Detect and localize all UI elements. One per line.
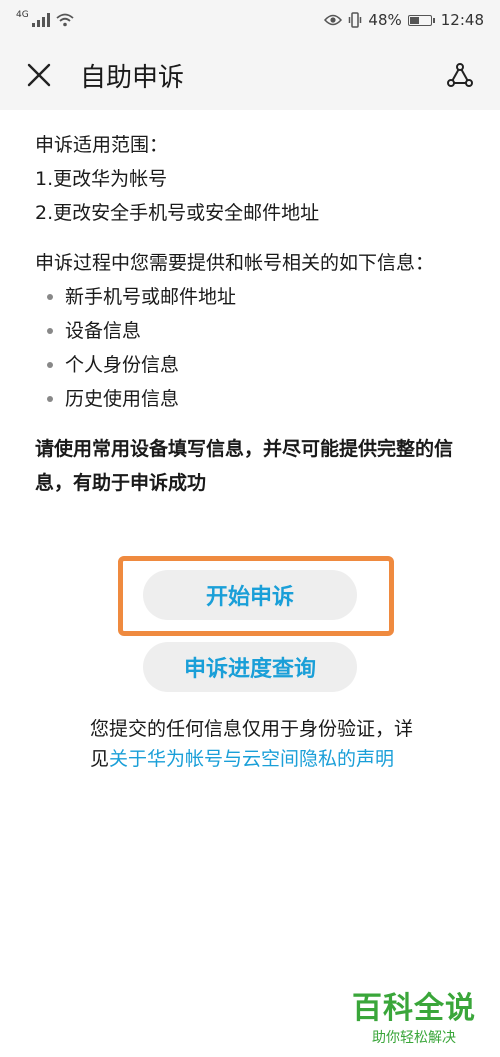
close-icon[interactable] — [26, 62, 52, 88]
info-list: 新手机号或邮件地址 设备信息 个人身份信息 历史使用信息 — [35, 280, 465, 416]
watermark-sub: 助你轻松解决 — [372, 1030, 456, 1046]
notice-text: 请使用常用设备填写信息，并尽可能提供完整的信息，有助于申诉成功 — [35, 438, 454, 494]
scope-item: 2.更改安全手机号或安全邮件地址 — [35, 202, 320, 224]
list-item-label: 历史使用信息 — [65, 388, 180, 410]
scope-item: 1.更改华为帐号 — [35, 168, 168, 190]
list-item: 个人身份信息 — [35, 348, 465, 382]
status-left: 4G — [16, 10, 74, 27]
battery-percent: 48% — [368, 11, 402, 29]
wifi-icon — [56, 13, 74, 27]
battery-icon — [407, 14, 435, 26]
info-intro: 申诉过程中您需要提供和帐号相关的如下信息： — [35, 252, 435, 274]
status-right: 48% 12:48 — [324, 11, 484, 29]
eye-icon — [324, 14, 343, 26]
list-item-label: 个人身份信息 — [65, 354, 180, 376]
bullet-icon — [47, 328, 53, 334]
start-appeal-button[interactable]: 开始申诉 — [143, 570, 357, 620]
network-type-label: 4G — [16, 10, 29, 20]
signal-icon — [31, 13, 50, 27]
privacy-prefix: 见 — [90, 748, 110, 770]
watermark-main: 百科全说 — [352, 991, 476, 1026]
watermark-logo: 百科全说 助你轻松解决 — [352, 983, 476, 1047]
content-area: 申诉适用范围： 1.更改华为帐号 2.更改安全手机号或安全邮件地址 申诉过程中您… — [35, 110, 465, 500]
list-item-label: 设备信息 — [65, 320, 142, 342]
scope-title: 申诉适用范围： — [35, 134, 169, 156]
bullet-icon — [47, 396, 53, 402]
privacy-statement-link[interactable]: 关于华为帐号与云空间隐私的声明 — [109, 748, 394, 770]
privacy-line-2: 见关于华为帐号与云空间隐私的声明 — [90, 744, 450, 774]
page-title: 自助申诉 — [80, 62, 185, 93]
status-bar: 4G 48% 12:48 — [0, 0, 500, 40]
list-item: 新手机号或邮件地址 — [35, 280, 465, 314]
bullet-icon — [47, 294, 53, 300]
app-bar: 自助申诉 — [0, 40, 500, 110]
privacy-notice: 您提交的任何信息仅用于身份验证，详 见关于华为帐号与云空间隐私的声明 — [90, 714, 450, 774]
list-item-label: 新手机号或邮件地址 — [65, 286, 237, 308]
bullet-icon — [47, 362, 53, 368]
privacy-line-1: 您提交的任何信息仅用于身份验证，详 — [90, 718, 414, 740]
list-item: 设备信息 — [35, 314, 465, 348]
share-icon[interactable] — [446, 61, 474, 89]
list-item: 历史使用信息 — [35, 382, 465, 416]
status-time: 12:48 — [440, 11, 484, 29]
appeal-progress-button[interactable]: 申诉进度查询 — [143, 642, 357, 692]
vibrate-icon — [349, 12, 362, 28]
